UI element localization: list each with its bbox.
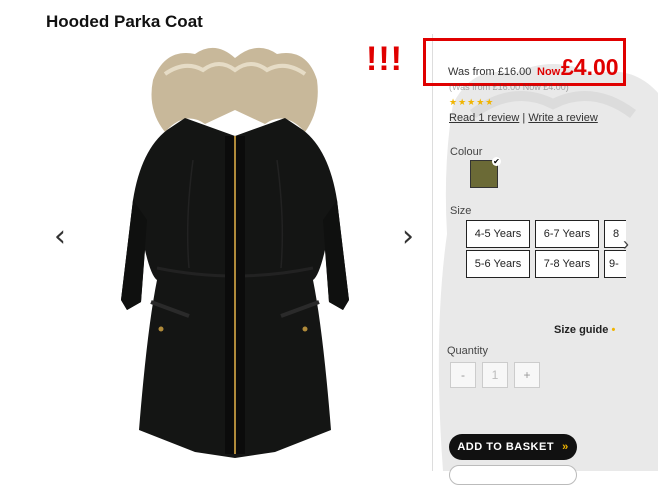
quantity-plus-button[interactable]: + [514, 362, 540, 388]
product-image [85, 40, 385, 471]
product-title: Hooded Parka Coat [46, 12, 203, 31]
was-price: Was from £16.00 [448, 66, 532, 78]
size-option-5-6[interactable]: 5-6 Years [466, 250, 530, 278]
chevron-right-icon: » [562, 441, 569, 453]
now-label: Now [537, 66, 561, 78]
colour-label: Colour [450, 146, 483, 158]
size-option-7-8[interactable]: 7-8 Years [535, 250, 599, 278]
chevron-left-icon: ‹ [54, 219, 66, 254]
review-separator: | [522, 112, 526, 124]
gallery-prev-button[interactable]: ‹ [54, 222, 66, 252]
quantity-input[interactable]: 1 [482, 362, 508, 388]
quantity-label: Quantity [447, 345, 488, 357]
size-guide-link[interactable]: Size guide • [554, 324, 615, 336]
secondary-button[interactable] [449, 465, 577, 485]
add-to-basket-label: ADD TO BASKET [457, 441, 555, 453]
faint-price-line: (Was from £16.00 Now £4.00) [449, 82, 569, 92]
gallery-next-button[interactable]: › [402, 222, 414, 252]
size-guide-dot-icon: • [611, 324, 616, 336]
write-review-link[interactable]: Write a review [528, 112, 597, 124]
size-option-6-7[interactable]: 6-7 Years [535, 220, 599, 248]
size-guide-label: Size guide [554, 324, 609, 336]
read-review-link[interactable]: Read 1 review [449, 112, 519, 124]
size-option-4-5[interactable]: 4-5 Years [466, 220, 530, 248]
annotation-exclamation: !!! [366, 40, 403, 78]
size-label: Size [450, 205, 472, 217]
size-next-button[interactable]: › [623, 234, 629, 255]
selected-check-icon: ✔ [492, 157, 501, 166]
quantity-minus-button[interactable]: - [450, 362, 476, 388]
coat-illustration [121, 47, 349, 458]
colour-swatch-khaki[interactable]: ✔ [470, 157, 501, 188]
now-price: £4.00 [561, 54, 619, 80]
rating-stars: ★★★★★ [449, 97, 495, 107]
review-links: Read 1 review | Write a review [449, 112, 598, 124]
add-to-basket-button[interactable]: ADD TO BASKET » [449, 434, 577, 460]
chevron-right-icon: › [402, 219, 414, 254]
chevron-right-icon: › [623, 234, 629, 254]
